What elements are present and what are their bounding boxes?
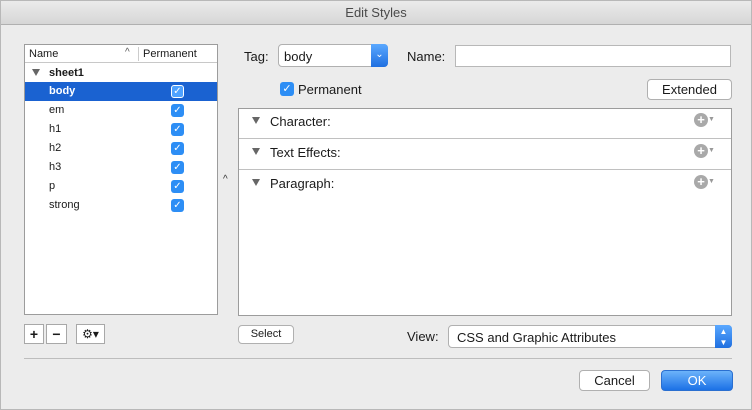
permanent-checkbox[interactable]: ✓ <box>171 180 184 193</box>
list-group-sheet1[interactable]: sheet1 <box>25 64 217 83</box>
updown-chevron-icon[interactable]: ▲ ▼ <box>715 325 732 348</box>
section-text-effects[interactable]: Text Effects: + ▼ <box>239 140 731 170</box>
permanent-checkbox[interactable]: ✓ <box>171 161 184 174</box>
view-label: View: <box>407 329 439 344</box>
view-select[interactable]: CSS and Graphic Attributes ▲ ▼ <box>448 325 732 348</box>
permanent-checkbox[interactable]: ✓ <box>280 82 294 96</box>
list-item-h3[interactable]: h3 ✓ <box>25 158 217 177</box>
sort-ascending-icon[interactable]: ^ <box>125 47 130 58</box>
list-item-p[interactable]: p ✓ <box>25 177 217 196</box>
view-select-value: CSS and Graphic Attributes <box>457 330 616 345</box>
list-header: Name ^ Permanent <box>25 45 217 63</box>
chevron-down-icon: ▼ <box>708 116 715 123</box>
style-list[interactable]: Name ^ Permanent sheet1 body ✓ em ✓ h1 ✓… <box>24 44 218 315</box>
disclosure-triangle-icon[interactable] <box>252 179 260 186</box>
add-property-icon[interactable]: + <box>694 175 708 189</box>
tag-select-value: body <box>284 49 313 64</box>
gear-menu-button[interactable]: ⚙▾ <box>76 324 105 344</box>
name-input[interactable] <box>455 45 731 67</box>
section-paragraph[interactable]: Paragraph: + ▼ <box>239 171 731 201</box>
permanent-checkbox[interactable]: ✓ <box>171 85 184 98</box>
disclosure-triangle-icon[interactable] <box>252 148 260 155</box>
chevron-down-icon: ▼ <box>708 147 715 154</box>
disclosure-triangle-icon[interactable] <box>252 117 260 124</box>
column-header-permanent[interactable]: Permanent <box>143 48 197 60</box>
list-item-label: h1 <box>49 123 62 135</box>
list-item-strong[interactable]: strong ✓ <box>25 196 217 215</box>
list-item-em[interactable]: em ✓ <box>25 101 217 120</box>
section-character[interactable]: Character: + ▼ <box>239 109 731 139</box>
collapse-handle-icon[interactable]: ^ <box>223 174 228 185</box>
list-item-label: h2 <box>49 142 62 154</box>
list-item-label: body <box>49 85 76 97</box>
list-item-h2[interactable]: h2 ✓ <box>25 139 217 158</box>
list-item-label: p <box>49 180 56 192</box>
disclosure-triangle-icon[interactable] <box>32 69 40 76</box>
edit-styles-window: Edit Styles Name ^ Permanent sheet1 body… <box>0 0 752 410</box>
permanent-checkbox[interactable]: ✓ <box>171 123 184 136</box>
select-button[interactable]: Select <box>238 325 294 344</box>
chevron-down-icon[interactable]: ⌄ <box>371 44 388 67</box>
name-label: Name: <box>407 49 446 64</box>
remove-style-button[interactable]: − <box>46 324 67 344</box>
properties-panel: Character: + ▼ Text Effects: + ▼ Paragra… <box>238 108 732 316</box>
ok-button[interactable]: OK <box>661 370 733 391</box>
add-property-icon[interactable]: + <box>694 144 708 158</box>
list-item-label: h3 <box>49 161 62 173</box>
tag-label: Tag: <box>244 49 269 64</box>
column-separator <box>138 47 139 61</box>
permanent-checkbox[interactable]: ✓ <box>171 104 184 117</box>
group-label: sheet1 <box>49 67 84 79</box>
chevron-down-icon: ▼ <box>708 178 715 185</box>
list-item-h1[interactable]: h1 ✓ <box>25 120 217 139</box>
window-title: Edit Styles <box>1 1 751 25</box>
section-title: Text Effects: <box>270 145 341 160</box>
permanent-checkbox[interactable]: ✓ <box>171 142 184 155</box>
permanent-label[interactable]: Permanent <box>298 82 362 97</box>
add-property-icon[interactable]: + <box>694 113 708 127</box>
add-style-button[interactable]: + <box>24 324 44 344</box>
extended-button[interactable]: Extended <box>647 79 732 100</box>
section-title: Paragraph: <box>270 176 335 191</box>
section-title: Character: <box>270 114 331 129</box>
list-item-label: em <box>49 104 65 116</box>
cancel-button[interactable]: Cancel <box>579 370 650 391</box>
tag-select[interactable]: body ⌄ <box>278 44 388 67</box>
column-header-name[interactable]: Name <box>29 48 58 60</box>
footer-divider <box>24 358 732 359</box>
list-item-label: strong <box>49 199 80 211</box>
permanent-checkbox[interactable]: ✓ <box>171 199 184 212</box>
list-item-body[interactable]: body ✓ <box>25 82 217 101</box>
